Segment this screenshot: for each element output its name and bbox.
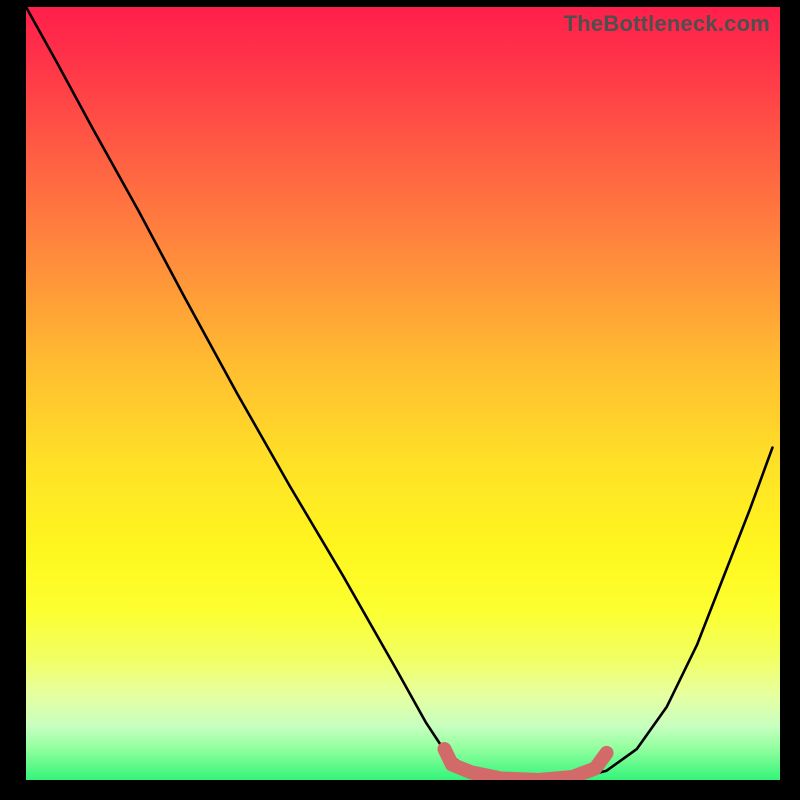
plot-area: TheBottleneck.com bbox=[26, 7, 780, 780]
chart-stage: TheBottleneck.com bbox=[0, 0, 800, 800]
chart-svg bbox=[26, 7, 780, 780]
marker-band bbox=[444, 749, 606, 780]
bottleneck-curve bbox=[26, 7, 772, 780]
watermark-text: TheBottleneck.com bbox=[564, 11, 770, 37]
